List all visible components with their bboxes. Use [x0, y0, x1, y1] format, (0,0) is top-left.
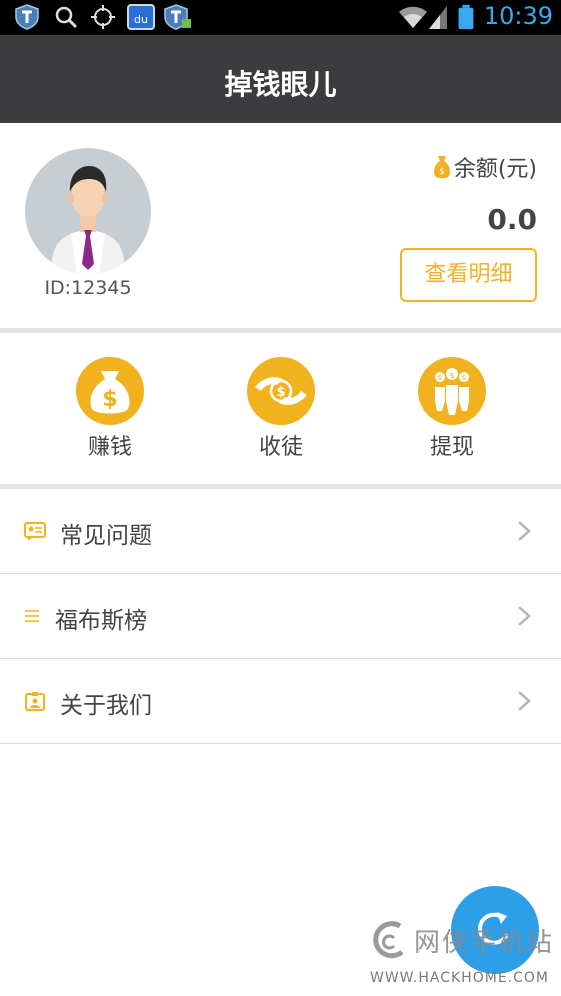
svg-text:$: $: [102, 387, 117, 412]
menu-list: 常见问题 福布斯榜 关于我们: [0, 489, 561, 744]
locate-icon: [91, 5, 115, 29]
chevron-right-icon: [518, 691, 531, 711]
user-id: ID:12345: [44, 277, 132, 299]
watermark-url: WWW.HACKHOME.COM: [370, 970, 549, 986]
balance-label-row: $ 余额(元): [433, 151, 537, 183]
menu-item-about[interactable]: 关于我们: [0, 659, 561, 744]
shield-app-icon: [164, 4, 191, 30]
watermark-logo-icon: [373, 921, 404, 959]
status-bar: du 10:39: [0, 0, 561, 35]
people-coins-icon: $ $ $: [418, 357, 486, 425]
profile-card: ID:12345 $ 余额(元) 0.0 查看明细: [0, 123, 561, 328]
watermark: 网侠手机站 WWW.HACKHOME.COM: [368, 918, 558, 992]
baidu-icon: du: [127, 4, 155, 30]
balance-value: 0.0: [487, 203, 537, 236]
action-row: $ 赚钱 $ 收徒 $ $ $ 提现: [0, 333, 561, 483]
view-details-button[interactable]: 查看明细: [400, 248, 537, 302]
list-icon: [25, 610, 39, 622]
shield-icon: [15, 4, 39, 30]
menu-item-label: 福布斯榜: [55, 608, 147, 634]
menu-item-forbes[interactable]: 福布斯榜: [0, 574, 561, 659]
menu-item-faq[interactable]: 常见问题: [0, 489, 561, 574]
watermark-title: 网侠手机站: [414, 928, 555, 958]
search-icon: [55, 6, 78, 29]
chevron-right-icon: [518, 521, 531, 541]
baidu-text: du: [134, 13, 148, 26]
earn-label: 赚钱: [87, 435, 132, 460]
svg-text:$: $: [276, 385, 285, 400]
withdraw-button[interactable]: $ $ $ 提现: [397, 357, 507, 461]
status-time: 10:39: [483, 2, 553, 30]
balance-label: 余额(元): [453, 157, 537, 182]
menu-item-label: 常见问题: [60, 523, 152, 549]
recruit-button[interactable]: $ 收徒: [226, 357, 336, 461]
faq-card-icon: [24, 522, 46, 541]
withdraw-label: 提现: [429, 435, 474, 460]
menu-item-label: 关于我们: [60, 693, 152, 719]
money-bag-icon: $: [76, 357, 144, 425]
battery-icon: [458, 4, 474, 30]
svg-text:$: $: [438, 374, 442, 382]
page-title: 掉钱眼儿: [224, 68, 337, 101]
svg-text:$: $: [462, 374, 466, 382]
earn-button[interactable]: $ 赚钱: [55, 357, 165, 461]
recruit-label: 收徒: [258, 435, 303, 460]
svg-text:$: $: [439, 167, 445, 177]
avatar[interactable]: [25, 148, 151, 274]
user-avatar-icon: [51, 166, 125, 274]
about-badge-icon: [25, 692, 45, 711]
title-bar: 掉钱眼儿: [0, 35, 561, 123]
svg-text:$: $: [449, 371, 454, 380]
wifi-icon: [399, 6, 427, 28]
signal-icon: [429, 6, 447, 29]
hands-coin-icon: $: [247, 357, 315, 425]
coin-bag-icon: $: [433, 156, 450, 179]
chevron-right-icon: [518, 606, 531, 626]
